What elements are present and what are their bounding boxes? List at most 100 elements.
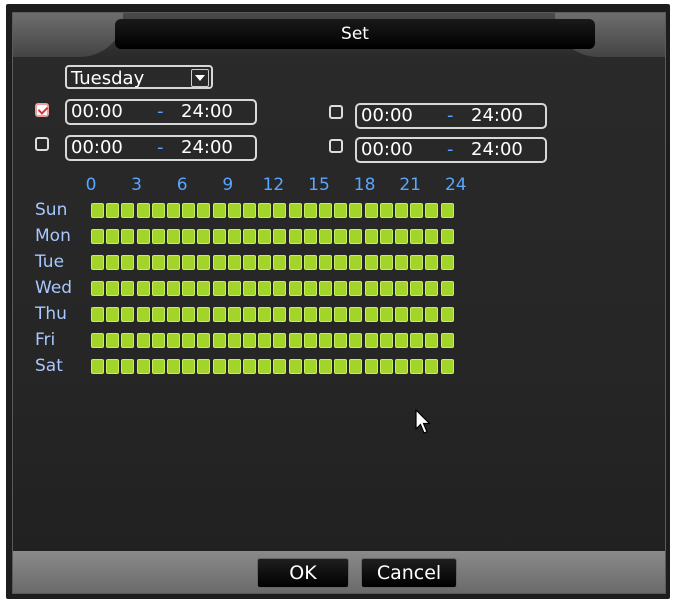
schedule-slot[interactable]	[212, 333, 226, 348]
schedule-slot[interactable]	[319, 229, 332, 244]
schedule-slot[interactable]	[227, 255, 241, 270]
schedule-slot[interactable]	[349, 307, 363, 322]
schedule-slot[interactable]	[258, 203, 272, 218]
schedule-slot[interactable]	[364, 281, 378, 296]
schedule-slot[interactable]	[273, 307, 287, 322]
schedule-slot[interactable]	[410, 281, 424, 296]
schedule-slot[interactable]	[197, 203, 211, 218]
schedule-slot[interactable]	[212, 281, 226, 296]
schedule-slot[interactable]	[106, 229, 120, 244]
schedule-slot[interactable]	[151, 229, 165, 244]
schedule-slot[interactable]	[258, 255, 272, 270]
schedule-slot[interactable]	[379, 281, 393, 296]
schedule-slot[interactable]	[136, 281, 150, 296]
schedule-slot[interactable]	[379, 229, 393, 244]
schedule-slot[interactable]	[319, 255, 332, 270]
period-2-start[interactable]: 00:00	[71, 137, 123, 159]
schedule-slot[interactable]	[106, 333, 120, 348]
schedule-slot[interactable]	[121, 359, 135, 374]
schedule-slot[interactable]	[288, 307, 302, 322]
schedule-slot[interactable]	[349, 281, 363, 296]
schedule-slot[interactable]	[349, 255, 363, 270]
schedule-slot[interactable]	[106, 281, 120, 296]
schedule-slot[interactable]	[243, 281, 256, 296]
period-1-end[interactable]: 24:00	[181, 101, 233, 123]
schedule-slot[interactable]	[91, 229, 104, 244]
schedule-slot[interactable]	[303, 281, 317, 296]
schedule-slot[interactable]	[243, 255, 256, 270]
schedule-slot[interactable]	[258, 281, 272, 296]
schedule-slot[interactable]	[334, 307, 348, 322]
schedule-slot[interactable]	[167, 203, 180, 218]
schedule-slot[interactable]	[273, 255, 287, 270]
schedule-slot[interactable]	[121, 255, 135, 270]
schedule-slot[interactable]	[167, 307, 180, 322]
schedule-slot[interactable]	[364, 333, 378, 348]
schedule-slot[interactable]	[349, 203, 363, 218]
schedule-slot[interactable]	[197, 359, 211, 374]
schedule-slot[interactable]	[258, 359, 272, 374]
schedule-slot[interactable]	[227, 281, 241, 296]
schedule-slot[interactable]	[395, 359, 408, 374]
period-1-time-range[interactable]: 00:00 - 24:00	[65, 99, 257, 125]
schedule-slot[interactable]	[121, 203, 135, 218]
schedule-slot[interactable]	[121, 281, 135, 296]
schedule-slot[interactable]	[106, 203, 120, 218]
schedule-slot[interactable]	[243, 333, 256, 348]
schedule-slot[interactable]	[303, 359, 317, 374]
period-1-start[interactable]: 00:00	[71, 101, 123, 123]
schedule-slot[interactable]	[273, 359, 287, 374]
period-3-start[interactable]: 00:00	[361, 105, 413, 127]
schedule-slot[interactable]	[349, 333, 363, 348]
schedule-slot[interactable]	[379, 255, 393, 270]
schedule-slot[interactable]	[334, 281, 348, 296]
schedule-slot[interactable]	[334, 255, 348, 270]
schedule-slot[interactable]	[364, 203, 378, 218]
schedule-slot[interactable]	[227, 359, 241, 374]
schedule-slot[interactable]	[258, 229, 272, 244]
schedule-slot[interactable]	[91, 359, 104, 374]
period-2-end[interactable]: 24:00	[181, 137, 233, 159]
schedule-slot[interactable]	[151, 203, 165, 218]
schedule-slot[interactable]	[410, 333, 424, 348]
schedule-slot[interactable]	[91, 255, 104, 270]
schedule-slot[interactable]	[319, 307, 332, 322]
schedule-slot[interactable]	[273, 281, 287, 296]
schedule-slot[interactable]	[167, 359, 180, 374]
schedule-slot[interactable]	[410, 359, 424, 374]
schedule-slot[interactable]	[136, 359, 150, 374]
schedule-slot[interactable]	[151, 281, 165, 296]
schedule-slot[interactable]	[197, 307, 211, 322]
schedule-slot[interactable]	[425, 359, 439, 374]
schedule-slot[interactable]	[288, 359, 302, 374]
schedule-slot[interactable]	[410, 307, 424, 322]
schedule-slot[interactable]	[182, 307, 196, 322]
cancel-button[interactable]: Cancel	[361, 558, 457, 588]
period-3-checkbox[interactable]	[329, 105, 343, 119]
schedule-slot[interactable]	[197, 229, 211, 244]
period-2-checkbox[interactable]	[35, 137, 49, 151]
schedule-slot[interactable]	[273, 229, 287, 244]
schedule-slot[interactable]	[227, 203, 241, 218]
period-4-checkbox[interactable]	[329, 139, 343, 153]
schedule-slot[interactable]	[227, 333, 241, 348]
schedule-slot[interactable]	[440, 203, 454, 218]
schedule-slot[interactable]	[319, 203, 332, 218]
period-3-end[interactable]: 24:00	[471, 105, 523, 127]
schedule-slot[interactable]	[379, 333, 393, 348]
schedule-slot[interactable]	[395, 307, 408, 322]
schedule-slot[interactable]	[364, 307, 378, 322]
schedule-slot[interactable]	[258, 333, 272, 348]
schedule-slot[interactable]	[440, 307, 454, 322]
schedule-slot[interactable]	[212, 229, 226, 244]
schedule-slot[interactable]	[303, 307, 317, 322]
schedule-slot[interactable]	[319, 281, 332, 296]
schedule-slot[interactable]	[182, 359, 196, 374]
schedule-slot[interactable]	[182, 229, 196, 244]
schedule-slot[interactable]	[243, 203, 256, 218]
schedule-slot[interactable]	[258, 307, 272, 322]
schedule-slot[interactable]	[395, 229, 408, 244]
period-4-start[interactable]: 00:00	[361, 139, 413, 161]
day-dropdown[interactable]: Tuesday	[65, 65, 213, 89]
schedule-slot[interactable]	[379, 307, 393, 322]
